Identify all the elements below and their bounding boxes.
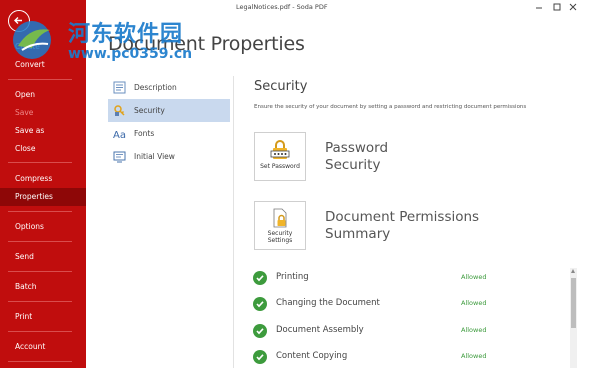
permissions-heading-line2: Summary: [325, 226, 391, 242]
security-settings-button[interactable]: Security Settings: [254, 201, 306, 250]
security-settings-label-line1: Security: [267, 230, 293, 237]
password-security-heading-line2: Security: [325, 157, 381, 173]
nav-item-label: Initial View: [134, 152, 175, 161]
permissions-scrollbar[interactable]: [570, 268, 577, 368]
permissions-heading-line1: Document Permissions: [325, 209, 480, 225]
close-icon: [569, 3, 577, 11]
minimize-icon: [536, 7, 542, 9]
sidebar-item-batch[interactable]: Batch: [0, 278, 86, 296]
sidebar-divider: [8, 271, 72, 272]
scroll-thumb[interactable]: [571, 278, 576, 328]
permission-label: Changing the Document: [276, 298, 380, 308]
check-icon: [253, 350, 267, 364]
nav-item-description[interactable]: Description: [108, 76, 230, 99]
check-icon: [253, 297, 267, 311]
back-button[interactable]: [8, 10, 30, 32]
nav-item-label: Description: [134, 83, 177, 92]
permission-label: Content Copying: [276, 351, 348, 361]
permission-status: Allowed: [461, 326, 487, 334]
description-icon: [113, 81, 126, 94]
back-arrow-icon: [14, 17, 22, 24]
set-password-label: Set Password: [260, 163, 300, 170]
nav-item-label: Fonts: [134, 129, 155, 138]
sidebar-item-convert[interactable]: Convert: [0, 56, 86, 74]
sidebar-divider: [8, 241, 72, 242]
permission-row-printing: Printing Allowed: [253, 270, 563, 288]
sidebar-item-save-as[interactable]: Save as: [0, 122, 86, 140]
nav-item-initial-view[interactable]: Initial View: [108, 145, 230, 168]
permission-status: Allowed: [461, 352, 487, 360]
security-title: Security: [254, 79, 308, 94]
permission-row-assembly: Document Assembly Allowed: [253, 323, 563, 341]
sidebar-divider: [8, 79, 72, 80]
initial-view-icon: [113, 151, 126, 163]
sidebar-item-compress[interactable]: Compress: [0, 170, 86, 188]
scroll-up-arrow-icon[interactable]: [571, 269, 575, 273]
sidebar-divider: [8, 331, 72, 332]
sidebar-divider: [8, 301, 72, 302]
maximize-button[interactable]: [550, 1, 564, 13]
nav-item-label: Security: [134, 106, 165, 115]
security-settings-label-line2: Settings: [267, 237, 293, 244]
maximize-icon: [553, 3, 561, 11]
security-key-icon: [114, 105, 125, 116]
password-field-icon: [270, 140, 290, 159]
document-lock-icon: [273, 208, 287, 228]
sidebar-divider: [8, 162, 72, 163]
sidebar-item-close[interactable]: Close: [0, 140, 86, 158]
sidebar-item-print[interactable]: Print: [0, 308, 86, 326]
permission-status: Allowed: [461, 299, 487, 307]
properties-nav: Description Security Aa Fonts Initial Vi…: [108, 76, 230, 168]
fonts-icon: Aa: [113, 130, 126, 140]
nav-item-security[interactable]: Security: [108, 99, 230, 122]
close-button[interactable]: [566, 1, 580, 13]
sidebar-divider: [8, 361, 72, 362]
sidebar-item-save: Save: [15, 108, 34, 117]
sidebar-item-create[interactable]: Create: [0, 38, 86, 56]
permission-status: Allowed: [461, 273, 487, 281]
permission-row-changing: Changing the Document Allowed: [253, 296, 563, 314]
sidebar-item-open[interactable]: Open: [0, 86, 86, 104]
permission-row-copying: Content Copying Allowed: [253, 349, 563, 367]
sidebar-item-options[interactable]: Options: [0, 218, 86, 236]
page-title: Document Properties: [108, 33, 305, 55]
sidebar-item-properties[interactable]: Properties: [0, 188, 86, 206]
nav-divider: [233, 76, 234, 368]
sidebar-divider: [8, 211, 72, 212]
backstage-sidebar: Create Convert Open Save Save as Close C…: [0, 0, 86, 368]
password-security-heading-line1: Password: [325, 140, 389, 156]
minimize-button[interactable]: [532, 1, 546, 13]
sidebar-item-send[interactable]: Send: [0, 248, 86, 266]
permission-label: Printing: [276, 272, 309, 282]
title-bar: LegalNotices.pdf - Soda PDF: [86, 0, 598, 14]
security-description: Ensure the security of your document by …: [254, 104, 527, 110]
nav-item-fonts[interactable]: Aa Fonts: [108, 122, 230, 145]
sidebar-item-account[interactable]: Account: [0, 338, 86, 356]
window-title: LegalNotices.pdf - Soda PDF: [236, 3, 328, 11]
check-icon: [253, 271, 267, 285]
check-icon: [253, 324, 267, 338]
set-password-button[interactable]: Set Password: [254, 132, 306, 181]
permission-label: Document Assembly: [276, 325, 364, 335]
svg-text:Aa: Aa: [113, 130, 126, 140]
